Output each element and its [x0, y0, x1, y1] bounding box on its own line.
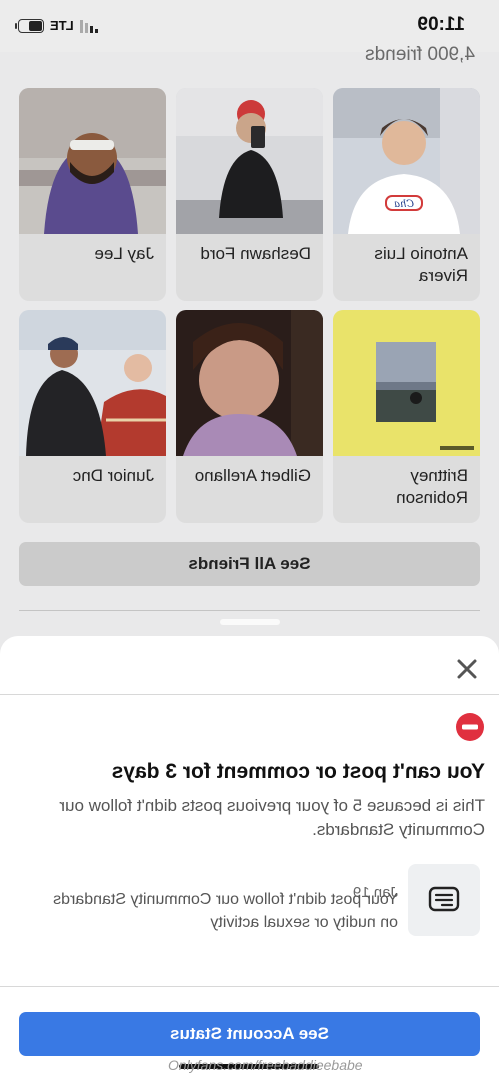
post-icon: [428, 886, 460, 912]
friend-name[interactable]: Brittney Robinson: [340, 465, 468, 509]
friend-card[interactable]: Gilbert Arellano: [176, 310, 323, 523]
sheet-title: You can't post or comment for 3 days: [111, 760, 485, 783]
network-label: LTE: [50, 18, 74, 33]
friend-name[interactable]: Junior Dnc: [26, 465, 154, 487]
friend-name[interactable]: Jay Lee: [26, 243, 154, 265]
watermark: Onlyfans.com/freebaddieebabe: [168, 1057, 363, 1073]
friend-photo: [176, 88, 323, 234]
friend-card[interactable]: Cha Antonio Luis Rivera: [333, 88, 480, 301]
friend-photo: [19, 310, 166, 456]
divider: [19, 610, 480, 611]
friend-card[interactable]: Deshawn Ford: [176, 88, 323, 301]
friend-card[interactable]: Brittney Robinson: [333, 310, 480, 523]
sheet-body: This is because 5 of your previous posts…: [59, 796, 485, 839]
friend-photo: [19, 88, 166, 234]
post-text: Your post didn't follow our Community St…: [53, 891, 398, 931]
sheet-divider: [0, 694, 499, 695]
friend-name[interactable]: Deshawn Ford: [183, 243, 311, 265]
see-account-status-button[interactable]: See Account Status: [19, 1012, 480, 1056]
mirrored-screen: 11:09 LTE 4,900 friends Cha Antonio Luis…: [0, 0, 499, 1080]
status-indicators: LTE: [15, 18, 98, 33]
friend-photo: [333, 310, 480, 456]
status-time: 11:09: [417, 14, 465, 35]
see-all-friends-button[interactable]: See All Friends: [19, 542, 480, 586]
sheet-divider: [0, 986, 499, 987]
friend-photo: Cha: [333, 88, 480, 234]
friends-count: 4,900 friends: [365, 44, 475, 65]
battery-icon: [15, 18, 44, 33]
close-icon[interactable]: [452, 654, 482, 684]
signal-icon: [79, 19, 98, 33]
stop-icon: [456, 713, 484, 741]
friend-photo: [176, 310, 323, 456]
sheet-grabber[interactable]: [220, 619, 280, 625]
friend-card[interactable]: Jay Lee: [19, 88, 166, 301]
restriction-sheet: You can't post or comment for 3 days Thi…: [0, 636, 499, 1080]
friend-name[interactable]: Gilbert Arellano: [183, 465, 311, 487]
friend-card[interactable]: Junior Dnc: [19, 310, 166, 523]
post-icon-box: [408, 864, 480, 936]
svg-text:Cha: Cha: [394, 199, 414, 210]
friend-name[interactable]: Antonio Luis Rivera: [340, 243, 468, 287]
